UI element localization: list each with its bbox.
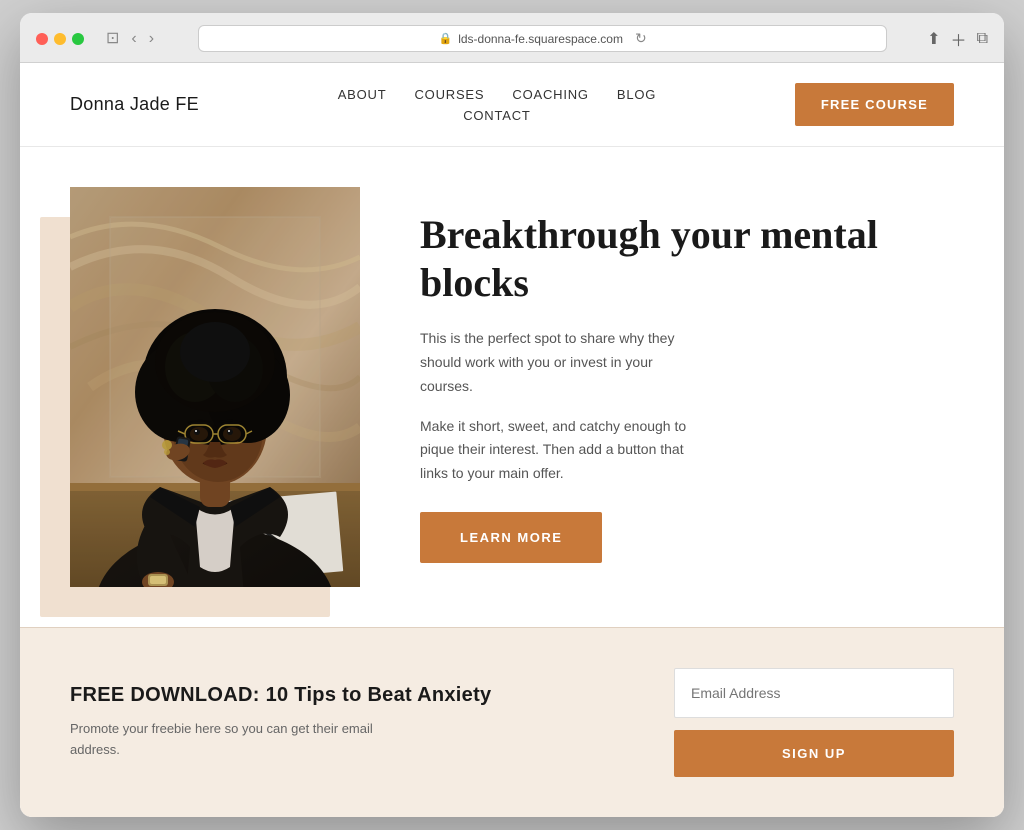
nav-blog[interactable]: BLOG [617, 87, 656, 102]
nav-contact[interactable]: CONTACT [463, 108, 530, 123]
browser-controls: ⊡ ‹ › [102, 29, 158, 49]
hero-description-2: Make it short, sweet, and catchy enough … [420, 415, 700, 486]
browser-window: ⊡ ‹ › 🔒 lds-donna-fe.squarespace.com ↻ ⬆… [20, 13, 1004, 817]
address-bar[interactable]: 🔒 lds-donna-fe.squarespace.com ↻ [198, 25, 887, 52]
forward-button[interactable]: › [145, 29, 158, 49]
back-button[interactable]: ‹ [127, 29, 140, 49]
hero-text: Breakthrough your mental blocks This is … [420, 211, 954, 563]
lock-icon: 🔒 [439, 32, 453, 45]
hero-image [70, 187, 360, 587]
hero-description-1: This is the perfect spot to share why th… [420, 327, 700, 398]
download-text: FREE DOWNLOAD: 10 Tips to Beat Anxiety P… [70, 684, 491, 761]
maximize-button[interactable] [72, 33, 84, 45]
browser-actions: ⬆ ＋ ⧉ [927, 27, 988, 51]
new-tab-icon[interactable]: ＋ [951, 27, 967, 51]
nav-row-bottom: CONTACT [463, 108, 530, 123]
hero-image-wrapper [70, 187, 360, 587]
traffic-lights [36, 33, 84, 45]
website-content: Donna Jade FE ABOUT COURSES COACHING BLO… [20, 63, 1004, 817]
download-form: SIGN UP [674, 668, 954, 777]
site-header: Donna Jade FE ABOUT COURSES COACHING BLO… [20, 63, 1004, 147]
download-description: Promote your freebie here so you can get… [70, 719, 390, 761]
window-layout-button[interactable]: ⊡ [102, 29, 123, 49]
hero-section: Breakthrough your mental blocks This is … [20, 147, 1004, 627]
browser-chrome: ⊡ ‹ › 🔒 lds-donna-fe.squarespace.com ↻ ⬆… [20, 13, 1004, 63]
url-text: lds-donna-fe.squarespace.com [458, 32, 623, 46]
hero-photo-svg [70, 187, 360, 587]
signup-button[interactable]: SIGN UP [674, 730, 954, 777]
reload-icon[interactable]: ↻ [635, 30, 647, 47]
nav-row-top: ABOUT COURSES COACHING BLOG [338, 87, 656, 102]
download-section: FREE DOWNLOAD: 10 Tips to Beat Anxiety P… [20, 627, 1004, 817]
hero-title: Breakthrough your mental blocks [420, 211, 954, 307]
download-title: FREE DOWNLOAD: 10 Tips to Beat Anxiety [70, 684, 491, 707]
nav-courses[interactable]: COURSES [414, 87, 484, 102]
email-input[interactable] [674, 668, 954, 718]
nav-about[interactable]: ABOUT [338, 87, 387, 102]
minimize-button[interactable] [54, 33, 66, 45]
close-button[interactable] [36, 33, 48, 45]
tabs-icon[interactable]: ⧉ [977, 30, 988, 48]
site-logo[interactable]: Donna Jade FE [70, 94, 199, 115]
nav-coaching[interactable]: COACHING [512, 87, 588, 102]
learn-more-button[interactable]: LEARN MORE [420, 512, 602, 563]
share-icon[interactable]: ⬆ [927, 29, 940, 49]
site-nav: ABOUT COURSES COACHING BLOG CONTACT [338, 87, 656, 123]
free-course-button[interactable]: FREE COURSE [795, 83, 954, 126]
